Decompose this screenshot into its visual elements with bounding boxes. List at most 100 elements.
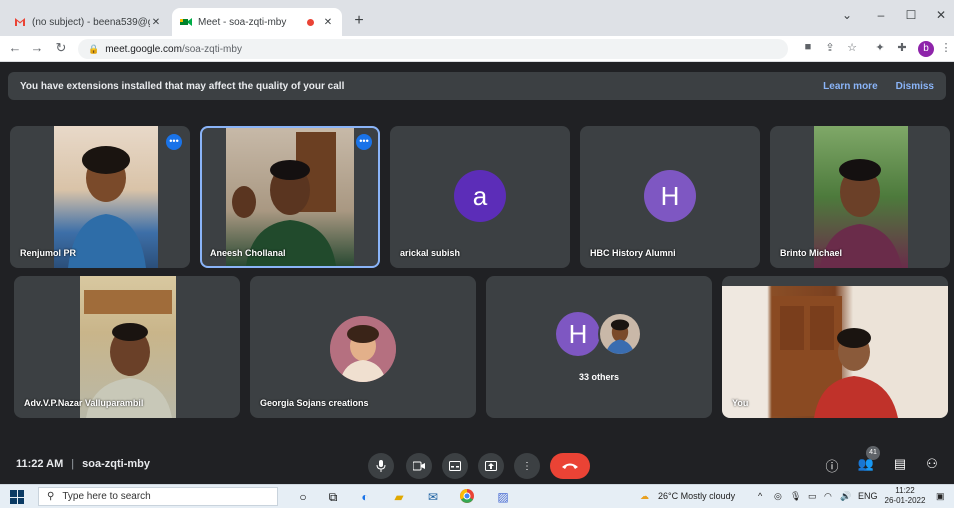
maximize-button[interactable]: ☐ — [896, 8, 926, 22]
participant-video — [814, 126, 908, 268]
others-avatar: H — [556, 312, 600, 356]
kebab-menu-icon[interactable]: ⋮ — [938, 41, 954, 54]
present-screen-icon — [485, 461, 497, 471]
new-tab-button[interactable]: + — [350, 12, 368, 30]
info-icon: ⓘ — [825, 459, 839, 474]
participant-tile[interactable]: a arickal subish — [390, 126, 570, 268]
dismiss-button[interactable]: Dismiss — [896, 81, 934, 92]
chat-button[interactable]: ▤ — [890, 456, 910, 472]
photos-icon[interactable]: ▨ — [494, 489, 512, 505]
search-icon: ⚲ — [47, 491, 55, 502]
participant-avatar: a — [454, 170, 506, 222]
forward-icon[interactable]: → — [28, 40, 46, 55]
participant-video — [226, 128, 354, 266]
url-field[interactable]: 🔒 meet.google.com/soa-zqti-mby — [78, 39, 788, 59]
activities-button[interactable]: ⚇ — [922, 456, 942, 472]
participant-count-badge: 41 — [866, 446, 880, 460]
more-options-button[interactable]: ⋮ — [514, 453, 540, 479]
participant-tile[interactable]: Adv.V.P.Nazar Valluparambil — [14, 276, 240, 418]
avatar-initial: H — [660, 180, 680, 211]
participant-video — [80, 276, 176, 418]
camera-indicator-icon[interactable]: ■ — [800, 41, 816, 53]
camera-button[interactable] — [406, 453, 432, 479]
volume-icon[interactable]: 🔊 — [840, 491, 851, 502]
self-tile[interactable]: You — [722, 276, 948, 418]
share-icon[interactable]: ⇪ — [822, 41, 838, 54]
mail-icon[interactable]: ✉ — [424, 489, 442, 505]
more-vert-icon: ⋮ — [522, 460, 532, 472]
meet-call-area: You have extensions installed that may a… — [0, 62, 954, 484]
microphone-button[interactable] — [368, 453, 394, 479]
taskbar-search[interactable]: ⚲ Type here to search — [38, 487, 278, 506]
hang-up-icon — [562, 463, 578, 469]
task-view-icon[interactable]: ⧉ — [324, 489, 342, 505]
tab-gmail[interactable]: (no subject) - beena539@gmail.c ✕ — [6, 8, 170, 36]
more-options-icon[interactable]: ••• — [356, 134, 372, 150]
back-icon[interactable]: ← — [6, 40, 24, 55]
close-window-button[interactable]: ✕ — [926, 8, 954, 22]
gmail-icon — [14, 16, 26, 28]
learn-more-link[interactable]: Learn more — [823, 81, 877, 92]
extension-icon[interactable]: ✦ — [872, 41, 888, 54]
leave-call-button[interactable] — [550, 453, 590, 479]
input-language[interactable]: ENG — [858, 491, 878, 501]
taskbar-clock[interactable]: 11:22 26-01-2022 — [882, 486, 928, 506]
close-icon[interactable]: ✕ — [150, 17, 162, 28]
close-icon[interactable]: ✕ — [322, 17, 334, 28]
edge-icon[interactable]: ◐ — [356, 489, 374, 505]
avatar-initial: a — [472, 180, 488, 211]
clock-date: 26-01-2022 — [884, 496, 926, 505]
meet-tray-icon[interactable]: ◎ — [774, 491, 782, 502]
microphone-icon — [376, 460, 386, 472]
meeting-code: soa-zqti-mby — [82, 458, 150, 470]
captions-button[interactable] — [442, 453, 468, 479]
lock-icon: 🔒 — [88, 43, 100, 54]
present-button[interactable] — [478, 453, 504, 479]
microphone-tray-icon[interactable]: 🎙 — [790, 491, 801, 502]
wifi-icon[interactable]: ◠ — [824, 491, 832, 502]
participant-tile[interactable]: ••• Renjumol PR — [10, 126, 190, 268]
participant-tile[interactable]: Brinto Michael — [770, 126, 950, 268]
self-video — [722, 286, 948, 418]
avatar-initial: H — [568, 318, 588, 349]
meeting-details: 11:22 AM | soa-zqti-mby — [16, 458, 150, 470]
participant-name: Adv.V.P.Nazar Valluparambil — [24, 398, 144, 408]
participant-name: HBC History Alumni — [590, 248, 676, 258]
bookmark-star-icon[interactable]: ☆ — [844, 41, 860, 54]
minimize-button[interactable]: – — [866, 8, 896, 22]
participant-tile[interactable]: Georgia Sojans creations — [250, 276, 476, 418]
camera-icon — [413, 461, 425, 471]
show-hidden-icons[interactable]: ^ — [758, 491, 762, 501]
participant-tile[interactable]: ••• Aneesh Chollanal — [200, 126, 380, 268]
meeting-details-button[interactable]: ⓘ — [822, 456, 842, 475]
cortana-icon[interactable]: ○ — [294, 489, 312, 505]
windows-start-icon[interactable] — [10, 490, 24, 504]
battery-icon[interactable]: ▭ — [808, 491, 817, 502]
participant-name: Aneesh Chollanal — [210, 248, 286, 258]
participant-name: arickal subish — [400, 248, 461, 258]
tab-title: Meet - soa-zqti-mby — [198, 16, 287, 28]
participant-avatar: H — [644, 170, 696, 222]
recording-dot-icon — [307, 18, 314, 26]
weather-text[interactable]: 26°C Mostly cloudy — [658, 491, 735, 501]
others-count-label: 33 others — [578, 372, 620, 382]
browser-tab-bar: (no subject) - beena539@gmail.c ✕ Meet -… — [0, 0, 954, 36]
tab-search-button[interactable]: ⌄ — [832, 8, 862, 22]
file-explorer-icon[interactable]: ▰ — [390, 489, 408, 505]
reload-icon[interactable]: ↻ — [52, 40, 70, 56]
participant-tile[interactable]: H HBC History Alumni — [580, 126, 760, 268]
meeting-time: 11:22 AM — [16, 458, 64, 470]
captions-icon — [449, 461, 461, 471]
participant-photo — [330, 316, 396, 382]
puzzle-icon[interactable]: ✚ — [894, 41, 910, 54]
audio-level-icon: ••• — [166, 134, 182, 150]
notifications-icon[interactable]: ▣ — [936, 491, 945, 502]
url-host: meet.google.com — [105, 43, 182, 55]
chrome-icon[interactable] — [458, 489, 476, 505]
participant-video — [54, 126, 158, 268]
others-photo — [598, 312, 642, 356]
profile-avatar[interactable]: b — [918, 41, 934, 57]
tab-meet[interactable]: Meet - soa-zqti-mby ✕ — [172, 8, 342, 36]
url-path: /soa-zqti-mby — [181, 43, 242, 55]
others-tile[interactable]: H 33 others — [486, 276, 712, 418]
